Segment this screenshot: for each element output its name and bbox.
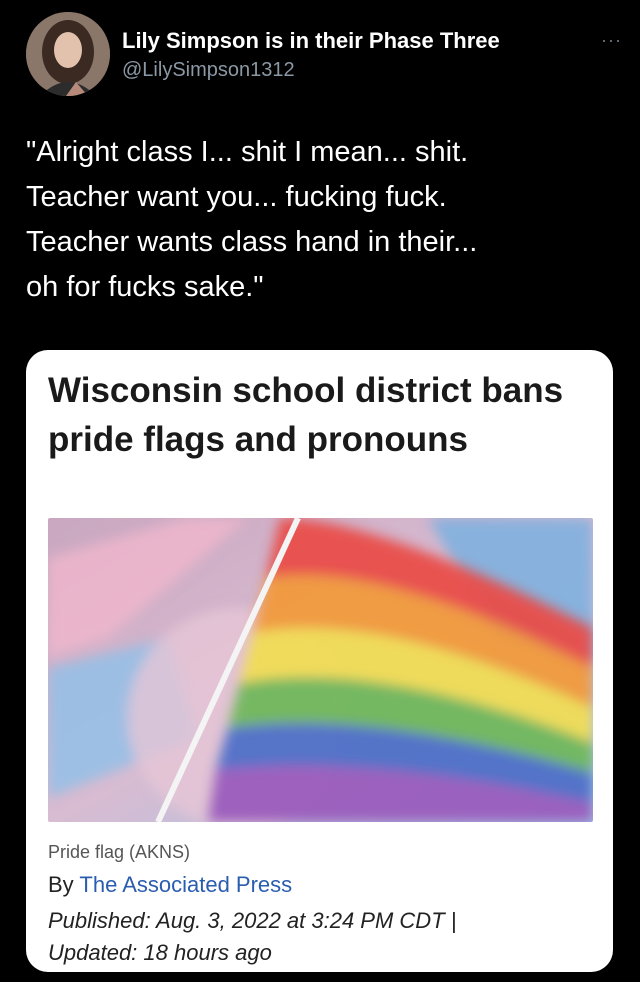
- pride-flag-photo: [48, 518, 593, 822]
- published-date: Published: Aug. 3, 2022 at 3:24 PM CDT |: [48, 908, 457, 933]
- updated-date: Updated: 18 hours ago: [48, 940, 272, 965]
- photo-caption: Pride flag (AKNS): [48, 842, 191, 862]
- display-name[interactable]: Lily Simpson is in their Phase Three: [122, 28, 500, 54]
- byline-prefix: By: [48, 872, 80, 897]
- avatar[interactable]: [26, 12, 110, 96]
- tweet-header: Lily Simpson is in their Phase Three @Li…: [26, 12, 626, 98]
- author-link[interactable]: The Associated Press: [79, 872, 292, 897]
- byline: By The Associated Press: [48, 872, 292, 898]
- tweet-text: "Alright class I... shit I mean... shit.…: [26, 136, 478, 303]
- article-headline[interactable]: Wisconsin school district bans pride fla…: [48, 366, 568, 464]
- article-card[interactable]: Wisconsin school district bans pride fla…: [26, 350, 613, 972]
- user-handle[interactable]: @LilySimpson1312: [122, 59, 295, 82]
- more-options-icon[interactable]: ···: [601, 30, 622, 51]
